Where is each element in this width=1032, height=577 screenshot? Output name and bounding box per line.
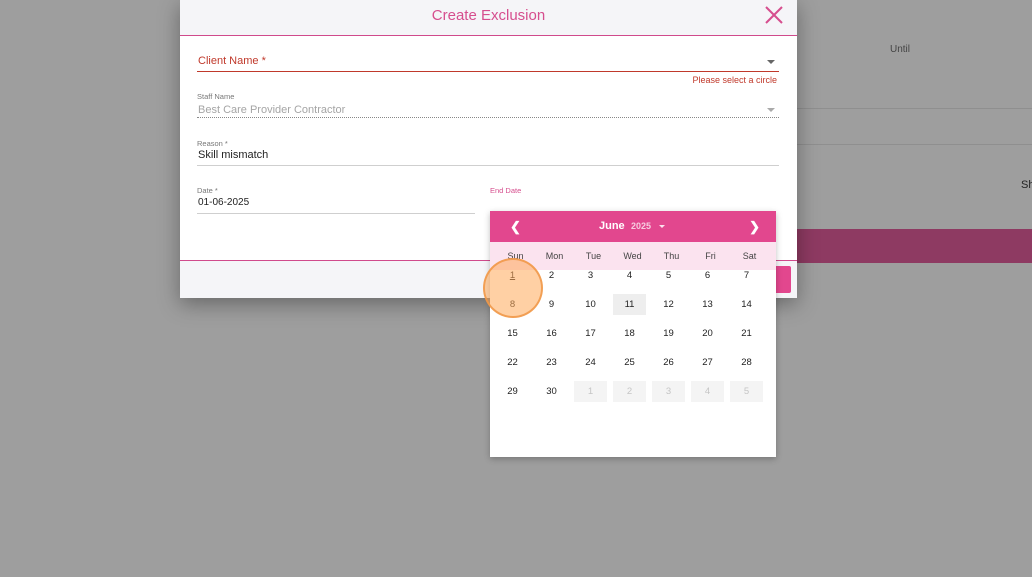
date-label: Date * [197,186,218,195]
calendar-day[interactable]: 1 [574,381,607,402]
calendar-day[interactable]: 24 [574,352,607,373]
client-name-error: Please select a circle [692,75,777,85]
calendar-day[interactable]: 30 [535,381,568,402]
calendar-day[interactable]: 26 [652,352,685,373]
calendar-day[interactable]: 20 [691,323,724,344]
calendar-day[interactable]: 12 [652,294,685,315]
calendar-month[interactable]: June [599,220,625,232]
date-input[interactable]: 01-06-2025 [198,197,249,208]
calendar-header: ❮ June 2025 ❯ [490,211,776,242]
calendar-day[interactable]: 10 [574,294,607,315]
client-name-label: Client Name * [198,55,266,67]
calendar-day[interactable]: 7 [730,265,763,286]
calendar-day[interactable]: 3 [652,381,685,402]
bg-highlight-row [790,229,1032,263]
chevron-down-icon [767,108,775,112]
calendar-day[interactable]: 28 [730,352,763,373]
staff-name-label: Staff Name [197,92,235,101]
calendar-day[interactable]: 1 [496,265,529,286]
calendar-day[interactable]: 29 [496,381,529,402]
until-column-header: Until [890,44,911,55]
client-name-underline [197,71,779,72]
close-button[interactable] [763,4,785,26]
prev-month-button[interactable]: ❮ [510,219,521,235]
calendar-day[interactable]: 18 [613,323,646,344]
bg-divider [797,144,1032,145]
calendar-day[interactable]: 22 [496,352,529,373]
calendar-day[interactable]: 4 [613,265,646,286]
calendar-day[interactable]: 11 [613,294,646,315]
calendar-day[interactable]: 2 [613,381,646,402]
calendar-day[interactable]: 4 [691,381,724,402]
calendar-day[interactable]: 14 [730,294,763,315]
calendar-day[interactable]: 17 [574,323,607,344]
calendar-day[interactable]: 23 [535,352,568,373]
reason-underline [197,165,779,166]
calendar-day[interactable]: 25 [613,352,646,373]
next-month-button[interactable]: ❯ [749,219,760,235]
calendar-day[interactable]: 13 [691,294,724,315]
calendar-day[interactable]: 21 [730,323,763,344]
calendar-day[interactable]: 5 [730,381,763,402]
bg-side-text: Sh [1021,179,1032,191]
dialog-title: Create Exclusion [431,7,546,24]
reason-label: Reason * [197,139,228,148]
calendar-day[interactable]: 27 [691,352,724,373]
calendar-year-select[interactable]: 2025 [631,221,651,231]
end-date-calendar: ❮ June 2025 ❯ Sun Mon Tue Wed Thu Fri Sa… [490,211,776,457]
bg-divider [797,108,1032,109]
chevron-down-icon [659,225,665,228]
calendar-day[interactable]: 2 [535,265,568,286]
staff-name-underline [197,117,779,118]
calendar-day[interactable]: 6 [691,265,724,286]
calendar-day[interactable]: 3 [574,265,607,286]
calendar-day[interactable]: 16 [535,323,568,344]
staff-name-value: Best Care Provider Contractor [198,104,346,116]
calendar-day[interactable]: 19 [652,323,685,344]
end-date-label: End Date [490,186,522,195]
dialog-header: Create Exclusion [180,0,797,36]
date-underline [197,213,475,214]
calendar-day[interactable]: 15 [496,323,529,344]
calendar-day[interactable]: 9 [535,294,568,315]
calendar-day[interactable]: 8 [496,294,529,315]
reason-input[interactable]: Skill mismatch [198,149,268,161]
close-icon [765,6,783,24]
calendar-day[interactable]: 5 [652,265,685,286]
chevron-down-icon [767,60,775,64]
